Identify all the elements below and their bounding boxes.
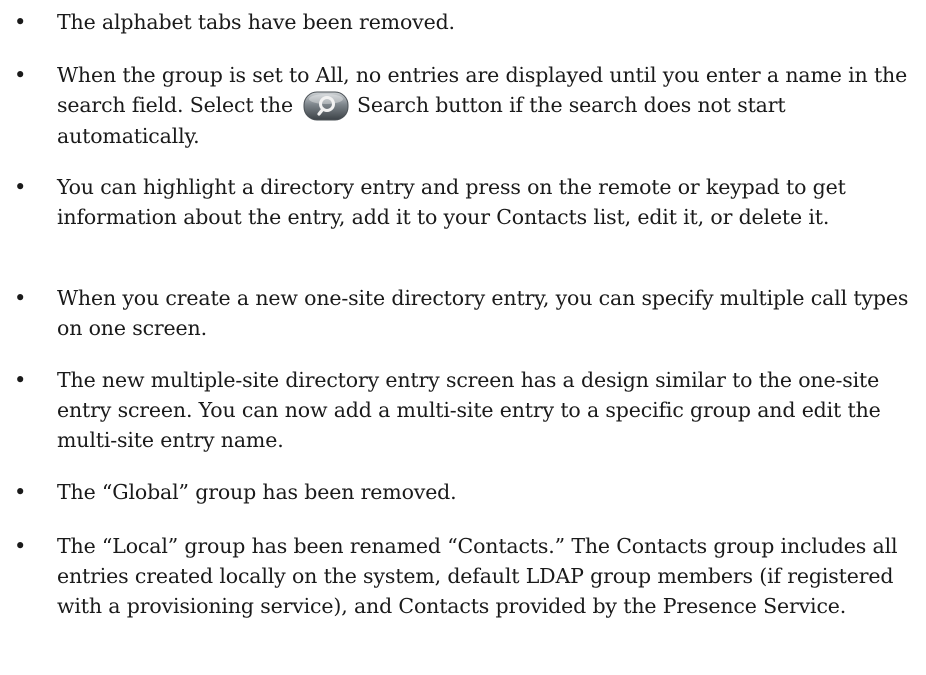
list-item-text: You can highlight a directory entry and … bbox=[57, 175, 846, 229]
bullet-marker: • bbox=[14, 10, 27, 34]
bullet-marker: • bbox=[14, 63, 27, 87]
list-item-text: The “Local” group has been renamed “Cont… bbox=[57, 534, 898, 618]
list-item-text: The alphabet tabs have been removed. bbox=[57, 10, 455, 34]
list-item-text: The “Global” group has been removed. bbox=[57, 480, 457, 504]
list-item-text: The new multiple-site directory entry sc… bbox=[57, 368, 881, 452]
bullet-marker: • bbox=[14, 175, 27, 199]
list-item-text: When you create a new one-site directory… bbox=[57, 286, 909, 340]
search-icon bbox=[303, 91, 349, 121]
document-page: • The alphabet tabs have been removed. •… bbox=[0, 0, 926, 675]
bullet-marker: • bbox=[14, 534, 27, 558]
bullet-marker: • bbox=[14, 286, 27, 310]
list-item-text: When the group is set to All, no entries… bbox=[57, 60, 917, 151]
bullet-marker: • bbox=[14, 368, 27, 392]
bullet-marker: • bbox=[14, 480, 27, 504]
